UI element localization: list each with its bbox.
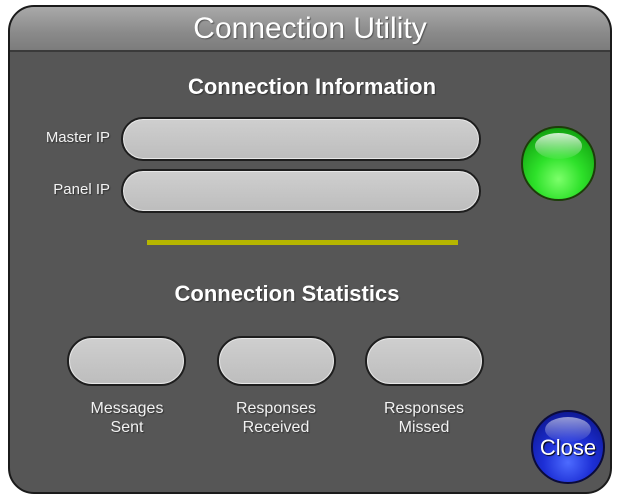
responses-received-counter — [217, 336, 336, 386]
connection-utility-panel: Connection Utility Connection Informatio… — [8, 5, 612, 494]
master-ip-label: Master IP — [45, 129, 110, 146]
connection-status-led-icon — [521, 126, 596, 201]
window-title: Connection Utility — [193, 12, 427, 45]
responses-missed-label-line1: Responses — [383, 400, 465, 417]
messages-sent-label-line1: Messages — [90, 400, 164, 417]
title-bar: Connection Utility — [10, 7, 610, 52]
close-button-label: Close — [539, 435, 597, 460]
panel-ip-field[interactable] — [121, 169, 481, 213]
responses-received-label: Responses Received — [211, 399, 341, 437]
connection-statistics-heading: Connection Statistics — [174, 281, 400, 306]
responses-missed-label: Responses Missed — [359, 399, 489, 437]
connection-information-heading: Connection Information — [187, 74, 437, 99]
section-divider — [147, 240, 458, 245]
responses-missed-label-line2: Missed — [398, 419, 450, 436]
messages-sent-label-line2: Sent — [110, 419, 144, 436]
responses-missed-counter — [365, 336, 484, 386]
responses-received-label-line1: Responses — [235, 400, 317, 417]
messages-sent-counter — [67, 336, 186, 386]
responses-received-label-line2: Received — [242, 419, 310, 436]
close-button[interactable]: Close — [531, 410, 605, 484]
panel-ip-label: Panel IP — [53, 181, 110, 198]
messages-sent-label: Messages Sent — [62, 399, 192, 437]
master-ip-field[interactable] — [121, 117, 481, 161]
